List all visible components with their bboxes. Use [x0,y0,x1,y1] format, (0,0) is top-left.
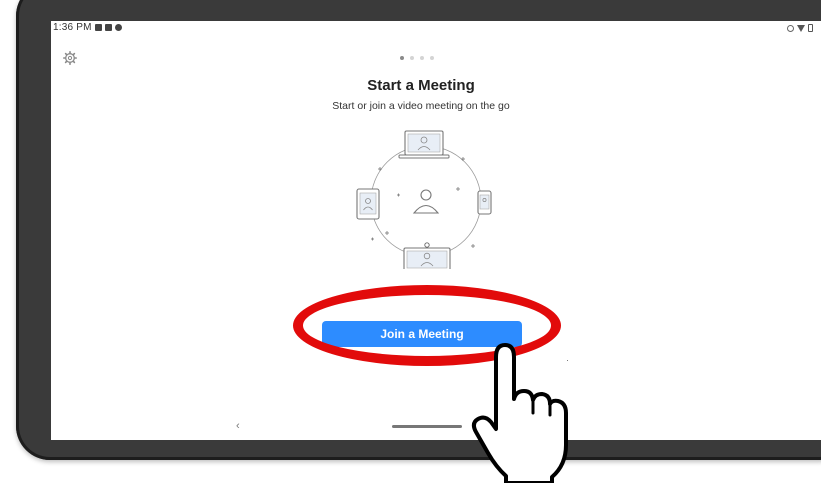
page-dot-active [400,56,404,60]
status-bar: 1:36 PM [51,21,821,35]
status-time: 1:36 PM [53,22,92,33]
app-notification-icon [115,24,122,31]
video-meeting-devices-illustration [356,130,492,269]
gallery-notification-icon [105,24,112,31]
page-dot [410,56,414,60]
gear-icon[interactable] [63,51,77,65]
home-bar-icon[interactable] [392,425,462,428]
page-dot [420,56,424,60]
page-indicator [400,56,434,60]
system-status-icons [787,24,813,32]
tablet-screen: 1:36 PM Start a Meeting Start or join a … [51,21,821,440]
back-chevron-icon[interactable]: ‹ [236,420,240,432]
location-icon [787,24,794,32]
onboarding-title: Start a Meeting [367,77,475,94]
stray-mark: · [566,355,569,365]
message-notification-icon [95,24,102,31]
page: 1:36 PM Start a Meeting Start or join a … [0,0,821,483]
notification-icons [95,24,122,31]
join-meeting-button[interactable]: Join a Meeting [322,321,522,347]
page-dot [430,56,434,60]
onboarding-subtitle: Start or join a video meeting on the go [332,100,510,112]
wifi-icon [797,24,805,32]
battery-icon [808,24,813,32]
